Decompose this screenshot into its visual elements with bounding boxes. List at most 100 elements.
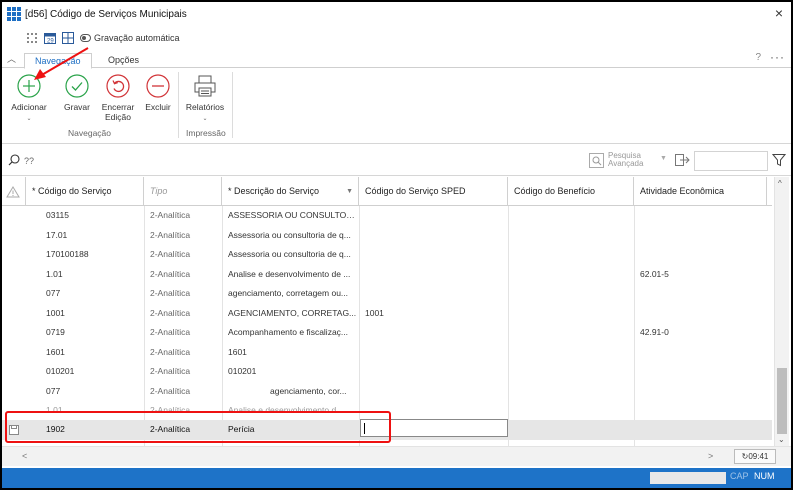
grid-dots-icon[interactable]	[26, 32, 38, 44]
cell-benefit[interactable]	[508, 245, 634, 265]
cell-desc[interactable]: Analise e desenvolvimento de ...	[222, 265, 359, 285]
table-view-icon[interactable]	[62, 32, 74, 44]
cell-type[interactable]: 2-Analítica	[144, 382, 222, 402]
scroll-right-icon[interactable]: >	[708, 451, 713, 461]
delete-button[interactable]: Excluir	[142, 74, 174, 112]
cell-desc[interactable]: Assessoria ou consultoria de q...	[222, 226, 359, 246]
cell-sped[interactable]	[359, 206, 508, 226]
cell-activity[interactable]	[634, 226, 767, 246]
cell-activity[interactable]	[634, 382, 767, 402]
cell-benefit[interactable]	[508, 362, 634, 382]
table-row[interactable]: 077 2-Analítica agenciamento, cor...	[2, 382, 772, 402]
column-header-code[interactable]: * Código do Serviço	[26, 177, 144, 206]
cell-activity[interactable]: 42.91-0	[634, 323, 767, 343]
cell-code[interactable]: 0719	[40, 323, 140, 343]
cell-code[interactable]: 17.01	[40, 226, 140, 246]
cell-benefit[interactable]	[508, 284, 634, 304]
caret-down-icon[interactable]: ▼	[660, 155, 667, 162]
more-options-icon[interactable]: ···	[770, 50, 785, 64]
cell-activity[interactable]	[634, 362, 767, 382]
cell-activity[interactable]	[634, 304, 767, 324]
table-row[interactable]: 010201 2-Analítica 010201	[2, 362, 772, 382]
cell-benefit[interactable]	[508, 343, 634, 363]
table-row[interactable]: 1001 2-Analítica AGENCIAMENTO, CORRETAG...…	[2, 304, 772, 324]
cell-desc[interactable]: agenciamento, corretagem ou...	[222, 284, 359, 304]
cell-code[interactable]: 170100188	[40, 245, 140, 265]
table-row[interactable]: 17.01 2-Analítica Assessoria ou consultori…	[2, 226, 772, 246]
cell-sped[interactable]	[359, 245, 508, 265]
search-input[interactable]: ??	[24, 156, 34, 166]
end-edit-button[interactable]: Encerrar Edição	[100, 74, 136, 122]
cell-benefit[interactable]	[508, 323, 634, 343]
cell-code[interactable]: 077	[40, 382, 140, 402]
cell-activity[interactable]	[634, 343, 767, 363]
cell-type[interactable]: 2-Analítica	[144, 343, 222, 363]
cell-type[interactable]: 2-Analítica	[144, 226, 222, 246]
table-row[interactable]: 0719 2-Analítica Acompanhamento e fiscaliz…	[2, 323, 772, 343]
cell-sped[interactable]	[359, 323, 508, 343]
cell-code[interactable]: 03115	[40, 206, 140, 226]
scroll-down-icon[interactable]: ⌄	[778, 435, 785, 444]
help-icon[interactable]: ?	[755, 52, 761, 63]
cell-sped[interactable]	[359, 284, 508, 304]
cell-sped[interactable]	[359, 226, 508, 246]
horizontal-scrollbar[interactable]: < > ↻09:41	[2, 446, 791, 466]
cell-code[interactable]: 1.01	[40, 265, 140, 285]
cell-type[interactable]: 2-Analítica	[144, 265, 222, 285]
sort-desc-icon[interactable]: ▼	[346, 177, 353, 206]
cell-desc[interactable]: Acompanhamento e fiscalizaç...	[222, 323, 359, 343]
cell-type[interactable]: 2-Analítica	[144, 245, 222, 265]
table-row[interactable]: 1601 2-Analítica 1601	[2, 343, 772, 363]
cell-type[interactable]: 2-Analítica	[144, 304, 222, 324]
cell-type[interactable]: 2-Analítica	[144, 284, 222, 304]
refresh-button[interactable]: ↻09:41	[734, 449, 776, 464]
filter-icon[interactable]	[772, 153, 786, 167]
cell-benefit[interactable]	[508, 226, 634, 246]
reports-button[interactable]: Relatórios ⌄	[182, 74, 228, 124]
vertical-scrollbar[interactable]: ^ ⌄	[774, 177, 789, 446]
cell-sped[interactable]	[359, 382, 508, 402]
table-row[interactable]: 03115 2-Analítica ASSESSORIA OU CONSULTORI…	[2, 206, 772, 226]
cell-desc[interactable]: 010201	[222, 362, 359, 382]
cell-activity[interactable]	[634, 245, 767, 265]
calendar-icon[interactable]: 29	[44, 32, 56, 44]
column-header-type[interactable]: Tipo	[144, 177, 222, 206]
column-header-benefit[interactable]: Código do Benefício	[508, 177, 634, 206]
table-row[interactable]: 1.01 2-Analítica Analise e desenvolvimento…	[2, 265, 772, 285]
cell-benefit[interactable]	[508, 206, 634, 226]
cell-benefit[interactable]	[508, 265, 634, 285]
cell-desc[interactable]: ASSESSORIA OU CONSULTORI...	[222, 206, 359, 226]
advanced-search-button[interactable]: Pesquisa Avançada	[589, 152, 643, 168]
cell-benefit[interactable]	[508, 382, 634, 402]
auto-save-toggle[interactable]: Gravação automática	[80, 33, 180, 43]
cell-desc[interactable]: Assessoria ou consultoria de q...	[222, 245, 359, 265]
cell-code[interactable]: 1601	[40, 343, 140, 363]
table-row[interactable]: 170100188 2-Analítica Assessoria ou consul…	[2, 245, 772, 265]
cell-sped[interactable]	[359, 343, 508, 363]
filter-input[interactable]	[694, 151, 768, 171]
cell-code[interactable]: 1001	[40, 304, 140, 324]
table-row[interactable]: 077 2-Analítica agenciamento, corretagem o…	[2, 284, 772, 304]
cell-code[interactable]: 010201	[40, 362, 140, 382]
cell-activity[interactable]	[634, 401, 767, 421]
cell-activity[interactable]	[634, 284, 767, 304]
cell-desc[interactable]: 1601	[222, 343, 359, 363]
column-header-description[interactable]: * Descrição do Serviço ▼	[222, 177, 359, 206]
cell-activity[interactable]	[634, 206, 767, 226]
scroll-thumb[interactable]	[777, 368, 787, 434]
cell-code[interactable]: 077	[40, 284, 140, 304]
column-header-sped[interactable]: Código do Serviço SPED	[359, 177, 508, 206]
cell-type[interactable]: 2-Analítica	[144, 362, 222, 382]
chevron-up-icon[interactable]: ︿	[7, 52, 16, 65]
column-header-activity[interactable]: Atividade Econômica	[634, 177, 767, 206]
cell-benefit[interactable]	[508, 401, 634, 421]
cell-type[interactable]: 2-Analítica	[144, 206, 222, 226]
scroll-up-icon[interactable]: ^	[778, 179, 782, 188]
cell-sped[interactable]	[359, 265, 508, 285]
cell-sped[interactable]	[359, 362, 508, 382]
export-icon[interactable]	[674, 152, 690, 168]
cell-desc[interactable]: AGENCIAMENTO, CORRETAG...	[222, 304, 359, 324]
cell-activity[interactable]: 62.01-5	[634, 265, 767, 285]
scroll-left-icon[interactable]: <	[22, 451, 27, 461]
close-icon[interactable]: ×	[775, 5, 783, 21]
